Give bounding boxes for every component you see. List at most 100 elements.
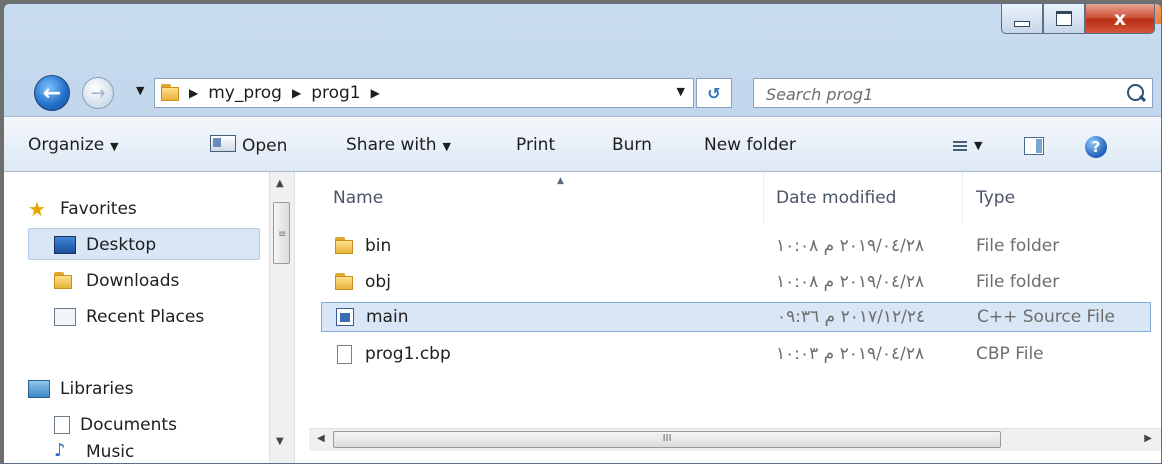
back-button[interactable]: ← xyxy=(34,75,70,111)
forward-button[interactable]: → xyxy=(82,77,114,109)
breadcrumb-separator-icon[interactable]: ▶ xyxy=(371,86,380,100)
column-header-date-modified[interactable]: Date modified xyxy=(776,188,896,208)
change-view-icon[interactable] xyxy=(953,141,967,153)
burn-label: Burn xyxy=(612,135,652,155)
file-name: obj xyxy=(365,272,391,292)
share-with-button[interactable]: Share with ▼ xyxy=(346,135,451,155)
open-button[interactable]: Open xyxy=(210,135,287,156)
column-divider[interactable] xyxy=(763,172,764,222)
file-row-obj[interactable]: obj ٢٠١٩/٠٤/٢٨ م ١٠:٠٨ File folder xyxy=(321,268,1151,298)
sidebar-item-label: Libraries xyxy=(60,379,134,399)
sidebar-item-libraries[interactable]: Libraries xyxy=(28,374,133,404)
file-date: ٢٠١٧/١٢/٢٤ م ٠٩:٣٦ xyxy=(777,307,926,327)
new-folder-button[interactable]: New folder xyxy=(704,135,796,155)
breadcrumb-separator-icon[interactable]: ▶ xyxy=(189,86,198,100)
search-input[interactable] xyxy=(764,82,1108,106)
sort-ascending-icon: ▲ xyxy=(557,176,564,186)
search-box[interactable] xyxy=(753,78,1153,108)
cpp-file-icon xyxy=(336,308,354,326)
breadcrumb-prog1[interactable]: prog1 xyxy=(311,83,360,103)
organize-label: Organize xyxy=(28,135,105,155)
content-area: ★ Favorites Desktop Downloads Recent Pla… xyxy=(4,172,1161,463)
file-icon xyxy=(337,345,352,364)
scrollbar-thumb[interactable]: III xyxy=(333,431,1001,448)
documents-icon xyxy=(54,416,70,434)
view-options-dropdown-icon[interactable]: ▼ xyxy=(974,139,982,152)
breadcrumb-my-prog[interactable]: my_prog xyxy=(208,83,282,103)
file-row-main[interactable]: main ٢٠١٧/١٢/٢٤ م ٠٩:٣٦ C++ Source File xyxy=(321,302,1151,332)
column-header-label: Name xyxy=(333,188,384,208)
libraries-icon xyxy=(28,380,50,398)
command-toolbar: Organize ▼ Open Share with ▼ Print Burn Ne… xyxy=(4,116,1161,172)
preview-pane-icon[interactable] xyxy=(1024,137,1044,155)
recent-pages-dropdown[interactable]: ▼ xyxy=(136,84,144,97)
organize-button[interactable]: Organize ▼ xyxy=(28,135,119,155)
file-date: ٢٠١٩/٠٤/٢٨ م ١٠:٠٨ xyxy=(776,272,925,292)
file-date: ٢٠١٩/٠٤/٢٨ م ١٠:٠٨ xyxy=(776,236,925,256)
file-list: Name ▲ Date modified Type bin ٢٠١٩/٠٤/٢٨… xyxy=(309,172,1161,463)
forward-arrow-icon: → xyxy=(90,82,106,104)
folder-icon xyxy=(335,237,353,255)
sidebar-item-label: Documents xyxy=(80,415,177,435)
scroll-down-icon[interactable]: ▼ xyxy=(276,436,284,447)
sidebar-item-favorites[interactable]: ★ Favorites xyxy=(28,194,137,224)
breadcrumb-separator-icon[interactable]: ▶ xyxy=(292,86,301,100)
sidebar-item-label: Desktop xyxy=(86,235,157,255)
print-button[interactable]: Print xyxy=(516,135,555,155)
close-button[interactable]: x xyxy=(1085,4,1155,34)
refresh-button[interactable]: ↺ xyxy=(696,78,732,108)
file-name: bin xyxy=(365,236,392,256)
maximize-button[interactable] xyxy=(1043,4,1085,34)
scroll-right-icon[interactable]: ▶ xyxy=(1144,433,1152,444)
refresh-icon: ↺ xyxy=(707,83,721,103)
column-header-label: Type xyxy=(976,188,1016,208)
scrollbar-thumb[interactable]: ≡ xyxy=(273,202,290,264)
new-folder-label: New folder xyxy=(704,135,796,155)
maximize-icon xyxy=(1056,11,1072,26)
folder-icon xyxy=(335,273,353,291)
help-icon[interactable]: ? xyxy=(1085,136,1107,158)
file-date: ٢٠١٩/٠٤/٢٨ م ١٠:٠٣ xyxy=(776,344,925,364)
file-type: File folder xyxy=(976,272,1060,292)
sidebar-item-downloads[interactable]: Downloads xyxy=(54,266,179,296)
explorer-window: x ← → ▼ ▶ my_prog ▶ prog1 ▶ ▼ ↺ Organize… xyxy=(3,3,1162,464)
sidebar-item-documents[interactable]: Documents xyxy=(54,410,177,440)
column-divider[interactable] xyxy=(962,172,963,222)
share-with-label: Share with xyxy=(346,135,437,155)
recent-places-icon xyxy=(54,308,76,326)
file-row-prog1-cbp[interactable]: prog1.cbp ٢٠١٩/٠٤/٢٨ م ١٠:٠٣ CBP File xyxy=(321,340,1151,370)
desktop-icon xyxy=(54,236,76,254)
help-glyph: ? xyxy=(1091,138,1101,156)
file-row-bin[interactable]: bin ٢٠١٩/٠٤/٢٨ م ١٠:٠٨ File folder xyxy=(321,232,1151,262)
address-dropdown-icon[interactable]: ▼ xyxy=(677,85,685,98)
horizontal-scrollbar[interactable]: ◀ III ▶ xyxy=(309,428,1161,451)
chevron-down-icon: ▼ xyxy=(110,140,119,153)
column-header-name[interactable]: Name xyxy=(333,188,383,208)
file-name: prog1.cbp xyxy=(365,344,451,364)
sidebar-item-music[interactable]: ♪ Music xyxy=(54,442,135,463)
grip-icon: III xyxy=(662,433,672,444)
scroll-left-icon[interactable]: ◀ xyxy=(317,433,325,444)
file-type: C++ Source File xyxy=(977,307,1116,327)
minimize-button[interactable] xyxy=(1001,4,1043,34)
print-label: Print xyxy=(516,135,556,155)
open-icon xyxy=(210,135,236,152)
sidebar-item-label: Recent Places xyxy=(86,307,205,327)
navigation-bar: ← → ▼ ▶ my_prog ▶ prog1 ▶ ▼ ↺ xyxy=(4,68,1161,114)
burn-button[interactable]: Burn xyxy=(612,135,652,155)
downloads-icon xyxy=(54,272,76,290)
caption-buttons: x xyxy=(1001,4,1155,34)
search-icon[interactable] xyxy=(1127,84,1144,101)
sidebar-item-recent-places[interactable]: Recent Places xyxy=(54,302,204,332)
grip-icon: ≡ xyxy=(278,229,287,240)
scroll-up-icon[interactable]: ▲ xyxy=(276,178,284,189)
column-header-type[interactable]: Type xyxy=(976,188,1015,208)
navpane-vertical-scrollbar[interactable]: ▲ ≡ ▼ xyxy=(269,172,294,463)
sidebar-item-label: Music xyxy=(86,442,135,462)
minimize-icon xyxy=(1014,20,1030,27)
sidebar-item-label: Favorites xyxy=(60,199,137,219)
sidebar-item-desktop[interactable]: Desktop xyxy=(54,230,156,260)
music-icon: ♪ xyxy=(54,442,66,461)
address-bar[interactable]: ▶ my_prog ▶ prog1 ▶ ▼ xyxy=(154,78,694,108)
open-label: Open xyxy=(242,136,288,156)
